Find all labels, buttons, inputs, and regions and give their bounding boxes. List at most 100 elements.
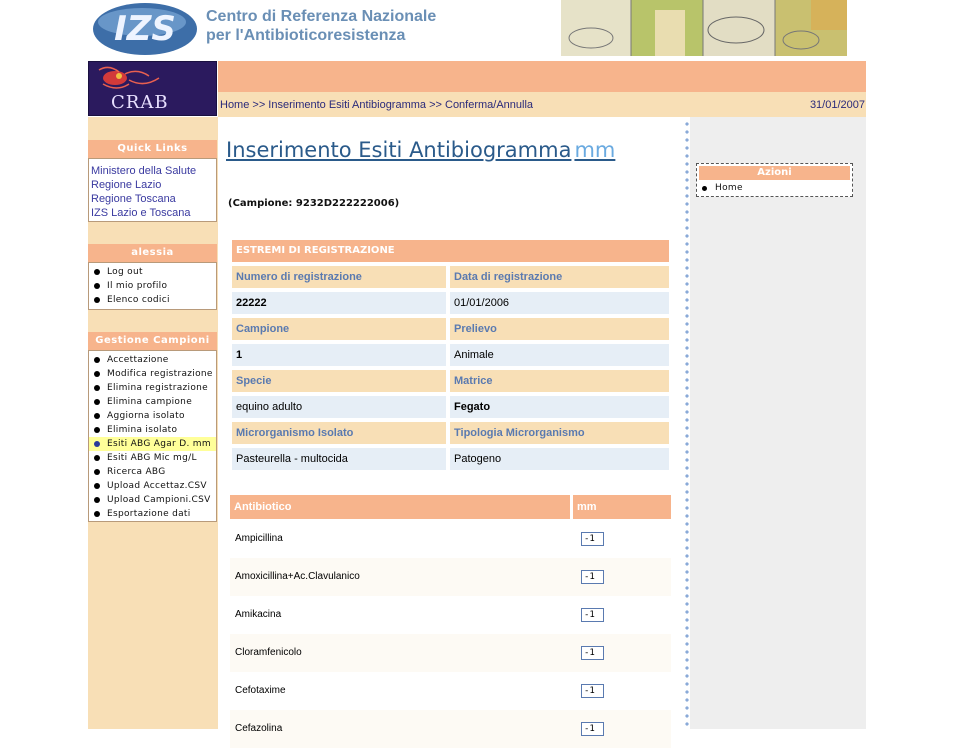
menu-gestione-item[interactable]: Esiti ABG Agar D. mm <box>89 437 216 451</box>
antibiotic-name: Cefazolina <box>235 723 283 734</box>
mm-input[interactable]: -1 <box>581 684 604 698</box>
bullet-icon <box>94 427 100 433</box>
menu-gestione-item[interactable]: Accettazione <box>89 353 216 367</box>
mm-input[interactable]: -1 <box>581 570 604 584</box>
right-sidebar <box>690 117 866 729</box>
field-value: 1 <box>232 344 446 366</box>
menu-gestione-label: Elimina isolato <box>107 425 178 435</box>
menu-gestione-label: Esiti ABG Mic mg/L <box>107 453 197 463</box>
menu-gestione-item[interactable]: Upload Accettaz.CSV <box>89 479 216 493</box>
antibiotic-name: Ampicillina <box>235 533 283 544</box>
menu-gestione-item[interactable]: Ricerca ABG <box>89 465 216 479</box>
bullet-icon <box>702 186 707 191</box>
table-row: Cefotaxime -1 <box>230 672 671 710</box>
antibiotic-name: Cloramfenicolo <box>235 647 302 658</box>
menu-gestione-label: Ricerca ABG <box>107 467 166 477</box>
bullet-icon <box>94 357 100 363</box>
bullet-icon <box>94 441 100 447</box>
actions-title: Azioni <box>699 166 850 180</box>
mm-input[interactable]: -1 <box>581 722 604 736</box>
action-home[interactable]: Home <box>699 182 743 195</box>
table-row: Cloramfenicolo -1 <box>230 634 671 672</box>
mm-input[interactable]: -1 <box>581 608 604 622</box>
field-value: 01/01/2006 <box>450 292 669 314</box>
menu-gestione-item[interactable]: Aggiorna isolato <box>89 409 216 423</box>
menu-gestione-label: Upload Accettaz.CSV <box>107 481 207 491</box>
section-title: ESTREMI DI REGISTRAZIONE <box>232 240 669 262</box>
page-title-unit: mm <box>574 138 616 162</box>
bullet-icon <box>94 269 100 275</box>
menu-gestione-item[interactable]: Esportazione dati <box>89 507 216 521</box>
field-label: Data di registrazione <box>450 266 669 288</box>
menu-gestione-label: Modifica registrazione <box>107 369 213 379</box>
field-label: Tipologia Microrganismo <box>450 422 669 444</box>
bullet-icon <box>94 455 100 461</box>
menu-gestione-item[interactable]: Elimina campione <box>89 395 216 409</box>
quick-link-ministero[interactable]: Ministero della Salute <box>89 164 216 178</box>
bullet-icon <box>94 297 100 303</box>
field-label: Microrganismo Isolato <box>232 422 446 444</box>
antibiotic-name: Amikacina <box>235 609 282 620</box>
gestione-box: Accettazione Modifica registrazione Elimin… <box>88 350 217 522</box>
site-title-line1: Centro di Referenza Nazionale <box>206 8 437 25</box>
site-title-line2: per l'Antibioticoresistenza <box>206 27 406 44</box>
field-label: Numero di registrazione <box>232 266 446 288</box>
bullet-icon <box>94 283 100 289</box>
campione-label: (Campione: 9232D222222006) <box>228 198 400 209</box>
site-title: Centro di Referenza Nazionale per l'Anti… <box>206 7 436 45</box>
top-bar <box>218 61 866 92</box>
header-artwork <box>561 0 847 56</box>
menu-gestione-item[interactable]: Esiti ABG Mic mg/L <box>89 451 216 465</box>
col-antibiotico: Antibiotico <box>230 495 570 519</box>
quick-links-box: Ministero della Salute Regione Lazio Reg… <box>88 158 217 222</box>
antibiotic-name: Amoxicillina+Ac.Clavulanico <box>235 571 360 582</box>
breadcrumb[interactable]: Home >> Inserimento Esiti Antibiogramma … <box>220 99 533 111</box>
menu-codici[interactable]: Elenco codici <box>89 293 216 307</box>
field-value: Animale <box>450 344 669 366</box>
bullet-icon <box>94 371 100 377</box>
menu-gestione-item[interactable]: Elimina isolato <box>89 423 216 437</box>
menu-gestione-label: Accettazione <box>107 355 169 365</box>
current-date: 31/01/2007 <box>809 99 865 111</box>
bullet-icon <box>94 399 100 405</box>
field-value: Fegato <box>450 396 669 418</box>
menu-profile[interactable]: Il mio profilo <box>89 279 216 293</box>
field-label: Prelievo <box>450 318 669 340</box>
dotted-divider <box>685 120 689 729</box>
mm-input[interactable]: -1 <box>581 646 604 660</box>
menu-logout[interactable]: Log out <box>89 265 216 279</box>
actions-box: Azioni Home <box>696 163 853 197</box>
quick-links-title: Quick Links <box>88 140 217 158</box>
crab-label: CRAB <box>111 92 169 113</box>
bullet-icon <box>94 511 100 517</box>
bullet-icon <box>94 469 100 475</box>
logo-text: IZS <box>114 9 176 49</box>
gestione-title: Gestione Campioni <box>88 332 217 350</box>
quick-link-lazio[interactable]: Regione Lazio <box>89 178 216 192</box>
bullet-icon <box>94 413 100 419</box>
menu-gestione-label: Aggiorna isolato <box>107 411 185 421</box>
menu-gestione-item[interactable]: Elimina registrazione <box>89 381 216 395</box>
bullet-icon <box>94 497 100 503</box>
antibiotic-name: Cefotaxime <box>235 685 286 696</box>
menu-gestione-item[interactable]: Upload Campioni.CSV <box>89 493 216 507</box>
table-row: Ampicillina -1 <box>230 520 671 558</box>
user-box: Log out Il mio profilo Elenco codici <box>88 262 217 310</box>
quick-link-toscana[interactable]: Regione Toscana <box>89 192 216 206</box>
menu-gestione-item[interactable]: Modifica registrazione <box>89 367 216 381</box>
table-row: Amoxicillina+Ac.Clavulanico -1 <box>230 558 671 596</box>
page-title: Inserimento Esiti Antibiogramma mm <box>226 138 615 162</box>
bullet-icon <box>94 385 100 391</box>
menu-gestione-label: Esiti ABG Agar D. mm <box>107 439 211 449</box>
menu-gestione-label: Elimina campione <box>107 397 193 407</box>
izs-logo: IZS <box>92 0 199 56</box>
field-value: Patogeno <box>450 448 669 470</box>
page-title-text: Inserimento Esiti Antibiogramma <box>226 138 572 162</box>
bullet-icon <box>94 483 100 489</box>
mm-input[interactable]: -1 <box>581 532 604 546</box>
crab-logo: CRAB <box>88 61 217 116</box>
quick-link-izs[interactable]: IZS Lazio e Toscana <box>89 206 216 220</box>
field-value: 22222 <box>232 292 446 314</box>
menu-gestione-label: Elimina registrazione <box>107 383 208 393</box>
menu-gestione-label: Upload Campioni.CSV <box>107 495 211 505</box>
